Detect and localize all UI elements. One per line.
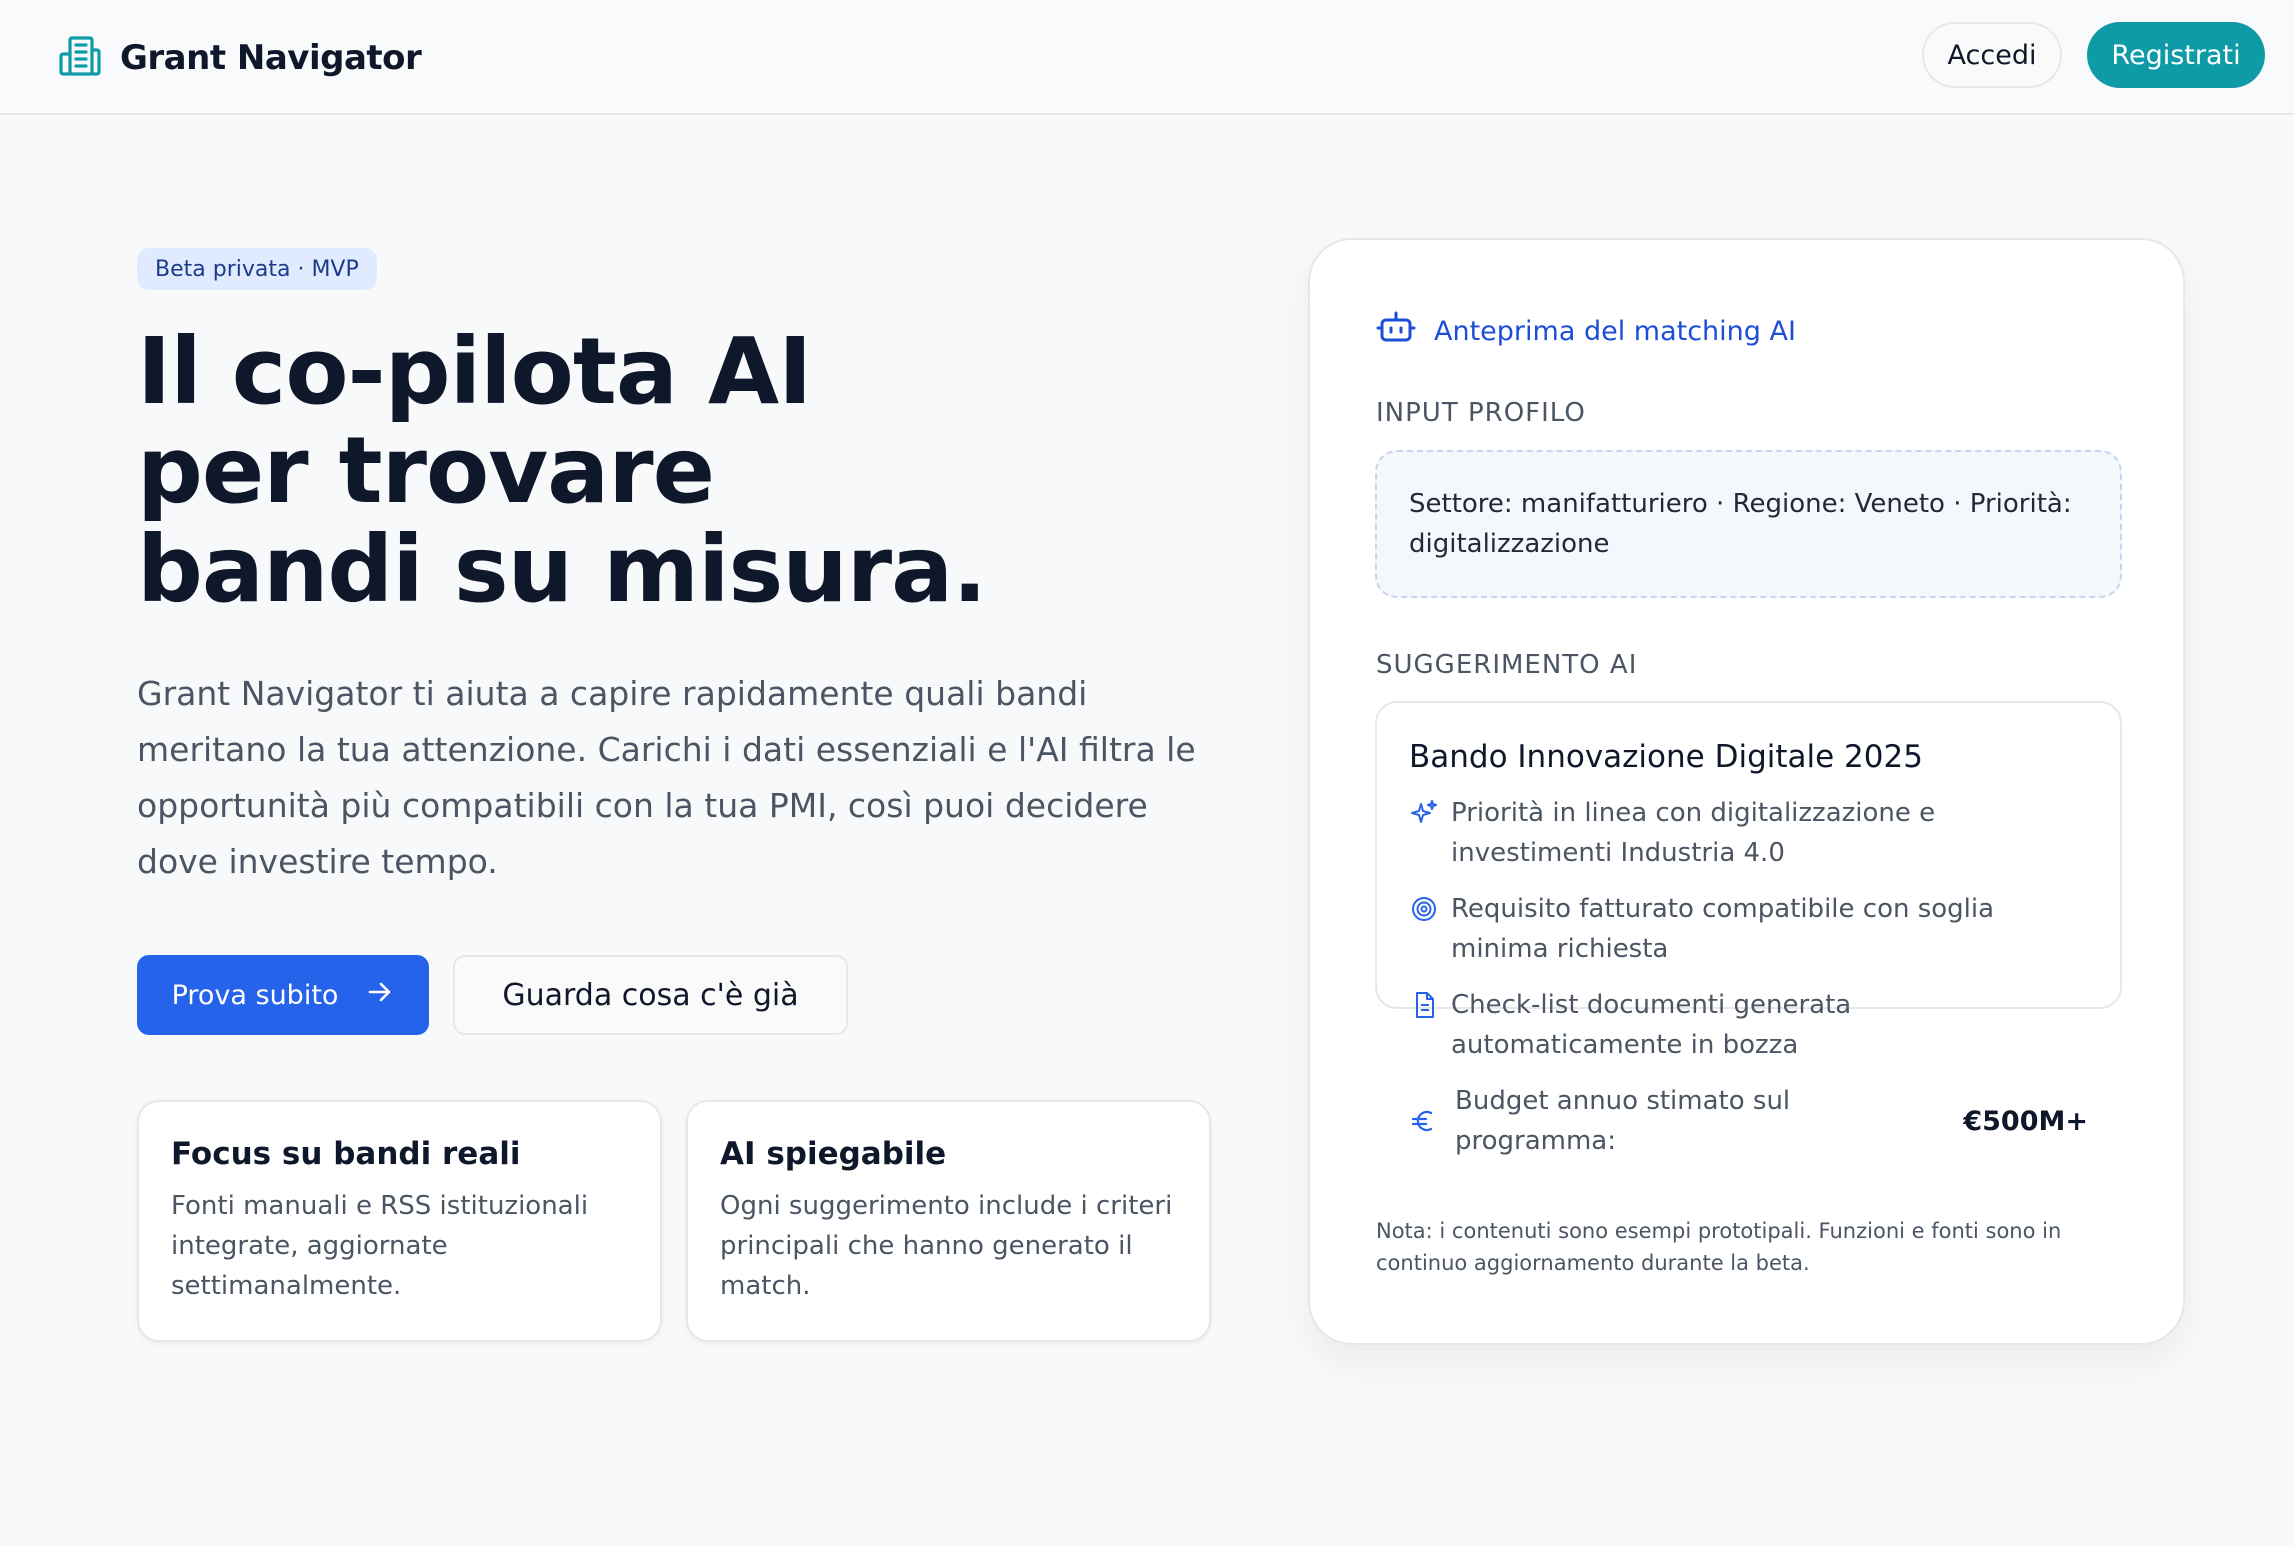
- feature-text: Fonti manuali e RSS istituzionali integr…: [171, 1191, 589, 1301]
- euro-icon: [1409, 1106, 1439, 1136]
- list-item: Requisito fatturato compatibile con sogl…: [1409, 889, 2088, 969]
- beta-badge: Beta privata · MVP: [137, 248, 377, 290]
- feature-title: AI spiegabile: [720, 1136, 947, 1172]
- robot-icon: [1376, 308, 1416, 355]
- see-existing-button[interactable]: Guarda cosa c'è già: [453, 955, 848, 1035]
- arrow-right-icon: [366, 978, 394, 1013]
- feature-card-explainable-ai: AI spiegabile Ogni suggerimento include …: [686, 1100, 1211, 1342]
- list-item: Check-list documenti generata automatica…: [1409, 985, 2088, 1065]
- reason-text: Check-list documenti generata automatica…: [1451, 990, 1852, 1060]
- login-button[interactable]: Accedi: [1922, 22, 2062, 88]
- budget-label: Budget annuo stimato sul programma:: [1455, 1086, 1791, 1156]
- top-bar: Grant Navigator Accedi Registrati: [0, 0, 2294, 115]
- hero-title-line: per trovare: [137, 417, 715, 524]
- budget-row: Budget annuo stimato sul programma: €500…: [1409, 1081, 2088, 1161]
- profile-input-box: Settore: manifatturiero · Regione: Venet…: [1375, 450, 2122, 598]
- try-now-label: Prova subito: [171, 979, 339, 1011]
- building-icon: [56, 32, 104, 84]
- budget-value: €500M+: [1963, 1105, 2088, 1137]
- reason-text: Requisito fatturato compatibile con sogl…: [1451, 894, 1995, 964]
- document-icon: [1409, 990, 1439, 1020]
- brand-name: Grant Navigator: [120, 38, 422, 78]
- sparkles-icon: [1409, 798, 1439, 828]
- hero-description: Grant Navigator ti aiuta a capire rapida…: [137, 674, 1196, 881]
- target-icon: [1409, 894, 1439, 924]
- grant-title: Bando Innovazione Digitale 2025: [1409, 739, 1923, 775]
- preview-heading-text: Anteprima del matching AI: [1434, 316, 1796, 347]
- feature-text: Ogni suggerimento include i criteri prin…: [720, 1191, 1173, 1301]
- list-item: Priorità in linea con digitalizzazione e…: [1409, 793, 2088, 873]
- matching-preview-card: Anteprima del matching AI INPUT PROFILO …: [1308, 238, 2185, 1345]
- input-profile-label: INPUT PROFILO: [1376, 398, 1586, 428]
- ai-suggestion-label: SUGGERIMENTO AI: [1376, 650, 1638, 680]
- feature-title: Focus su bandi reali: [171, 1136, 521, 1172]
- beta-note: Nota: i contenuti sono esempi prototipal…: [1376, 1219, 2062, 1275]
- preview-heading: Anteprima del matching AI: [1376, 308, 1796, 355]
- try-now-button[interactable]: Prova subito: [137, 955, 429, 1035]
- brand[interactable]: Grant Navigator: [56, 32, 422, 84]
- reason-text: Priorità in linea con digitalizzazione e…: [1451, 798, 1936, 868]
- hero-title: Il co-pilota AI per trovare bandi su mis…: [137, 322, 1237, 619]
- signup-button[interactable]: Registrati: [2087, 22, 2265, 88]
- hero-title-line: bandi su misura.: [137, 516, 987, 623]
- ai-suggestion-box: Bando Innovazione Digitale 2025 Priorità…: [1375, 701, 2122, 1156]
- hero-title-line: Il co-pilota AI: [137, 318, 812, 425]
- reason-list: Priorità in linea con digitalizzazione e…: [1409, 793, 2088, 1161]
- feature-card-real-grants: Focus su bandi reali Fonti manuali e RSS…: [137, 1100, 662, 1342]
